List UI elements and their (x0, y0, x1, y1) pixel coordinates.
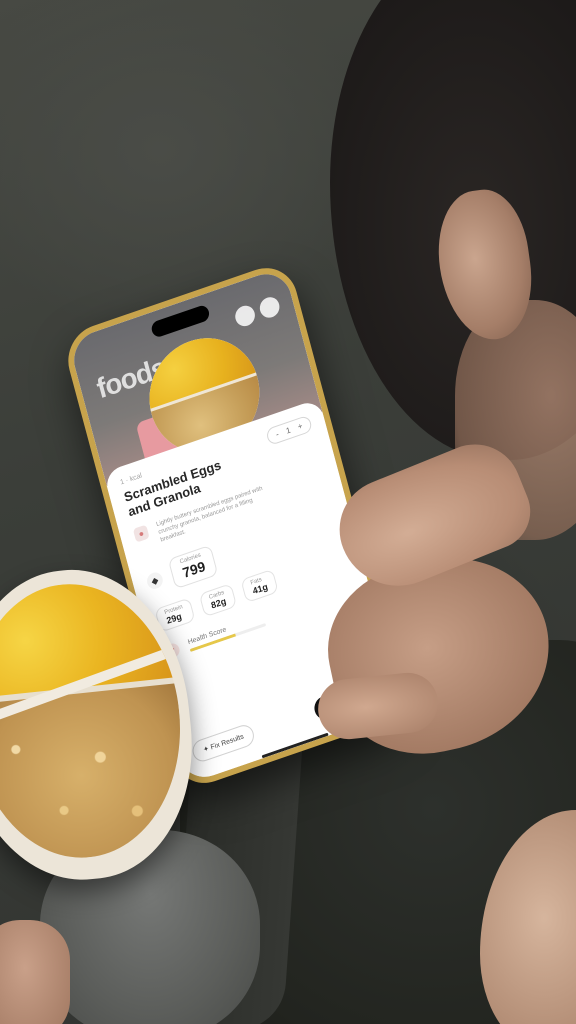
serving-value: 1 (285, 425, 292, 436)
fix-results-button[interactable]: ✦ Fix Results (190, 721, 257, 764)
bowl-interior (0, 573, 194, 869)
hand-holding-bowl (0, 920, 70, 1024)
bowl-icon: ● (132, 524, 150, 543)
serving-stepper[interactable]: - 1 + (265, 414, 314, 446)
bowl-granola (0, 682, 194, 869)
minus-button[interactable]: - (275, 430, 280, 440)
more-icon[interactable] (257, 294, 282, 321)
photo-scene: foodsnap 1 · kcal (0, 0, 576, 1024)
meta-right: kcal (129, 472, 143, 484)
macro-carbs[interactable]: Carbs 82g (198, 583, 238, 618)
calories-box[interactable]: Calories 799 (167, 544, 219, 590)
meta-left: 1 (119, 478, 126, 487)
share-icon[interactable] (233, 302, 258, 329)
fix-results-label: Fix Results (209, 732, 245, 751)
plus-button[interactable]: + (297, 421, 304, 431)
hero-actions (233, 294, 282, 329)
macro-fats[interactable]: Fats 41g (240, 568, 279, 604)
